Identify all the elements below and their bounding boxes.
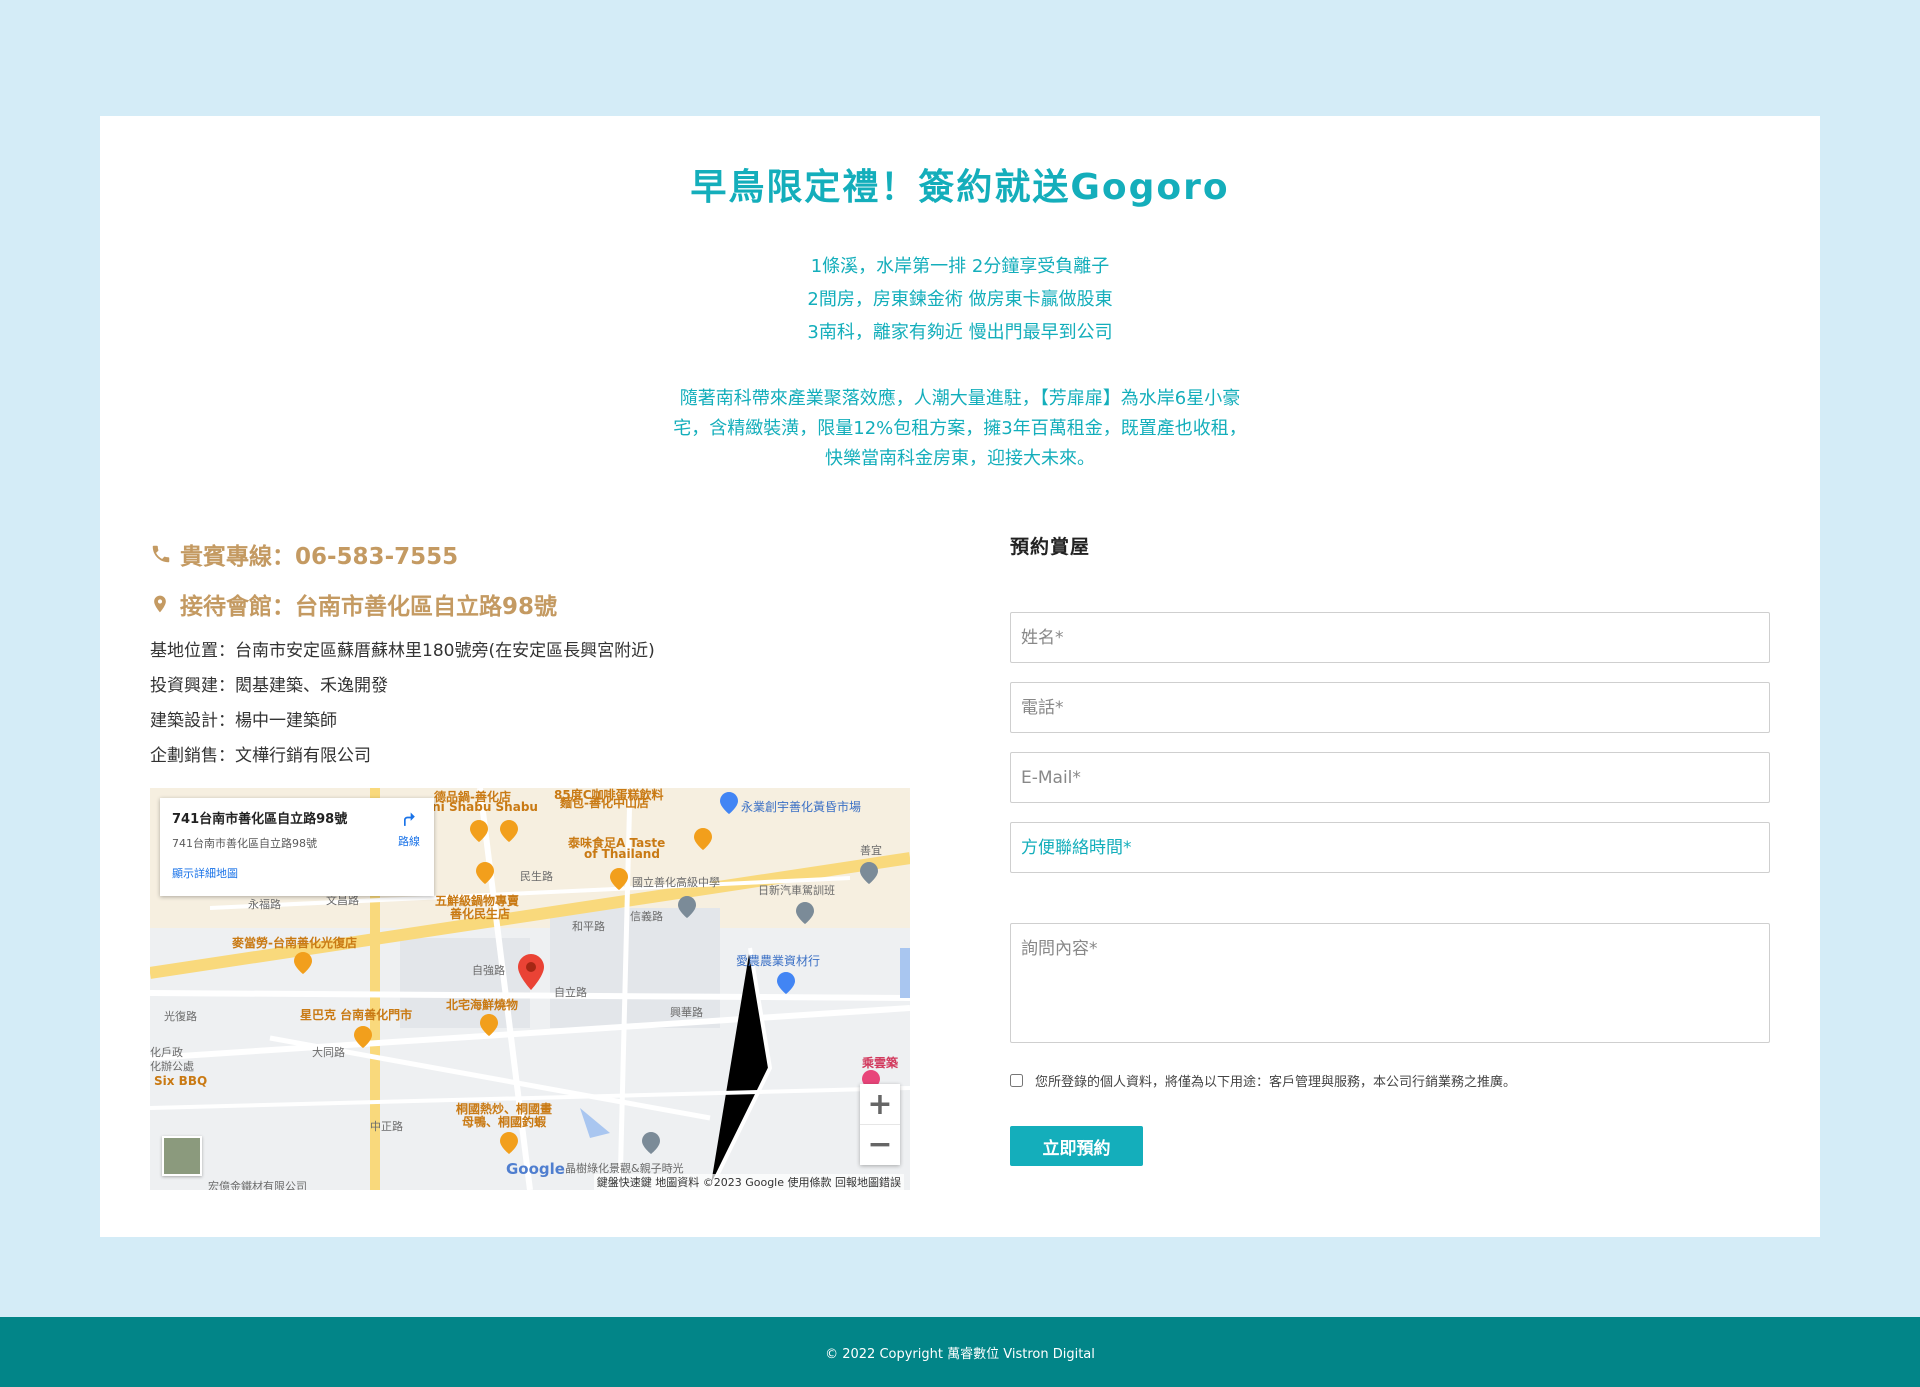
- description: 隨著南科帶來產業聚落效應，人潮大量進駐，【芳扉扉】為水岸6星小豪 宅，含精緻裝潢…: [100, 384, 1820, 474]
- info-window-address: 741台南市善化區自立路98號: [172, 837, 317, 850]
- road-label: 興華路: [670, 1006, 703, 1019]
- directions-button[interactable]: 路線: [398, 810, 420, 849]
- road-label: 中正路: [370, 1120, 403, 1133]
- contact-time-input[interactable]: [1010, 822, 1770, 873]
- map-zoom-control: + −: [860, 1084, 900, 1165]
- address-line: 接待會館：台南市善化區自立路98號: [150, 586, 910, 622]
- road-label: 民生路: [520, 870, 553, 883]
- email-input[interactable]: [1010, 752, 1770, 803]
- copyright-text: © 2022 Copyright 萬睿數位 Vistron Digital: [825, 1346, 1095, 1362]
- content-card: 早鳥限定禮！簽約就送Gogoro 1條溪，水岸第一排 2分鐘享受負離子 2間房，…: [100, 116, 1820, 1237]
- directions-icon: [404, 812, 415, 826]
- place-pin-icon[interactable]: [642, 1132, 660, 1154]
- road-label: 和平路: [572, 920, 605, 933]
- map-label: ini Shabu Shabu: [428, 800, 538, 814]
- phone-text: 貴賓專線：06-583-7555: [180, 544, 459, 570]
- phone-input[interactable]: [1010, 682, 1770, 733]
- info-item: 企劃銷售：文樺行銷有限公司: [150, 746, 371, 766]
- road-label: 光復路: [164, 1010, 197, 1023]
- map-label: 善化民生店: [450, 907, 511, 921]
- road-label: 自立路: [554, 986, 587, 999]
- map-label: 化辦公處: [150, 1060, 194, 1073]
- reservation-form: 預約賞屋 您所登錄的個人資料，將僅為以下用途：客戶管理與服務，本公司行銷業務之推…: [1010, 532, 1770, 1166]
- road-label: 大同路: [312, 1046, 345, 1059]
- embedded-map[interactable]: 德品鍋-善化店 ini Shabu Shabu 85度C咖啡蛋糕飲料 麵包-善化…: [150, 788, 910, 1190]
- map-attribution[interactable]: 鍵盤快速鍵 地圖資料 ©2023 Google 使用條款 回報地圖錯誤: [593, 1174, 904, 1190]
- submit-button[interactable]: 立即預約: [1010, 1126, 1143, 1166]
- directions-label: 路線: [398, 835, 420, 848]
- road-label: 自強路: [472, 964, 505, 977]
- map-label: 愛農農業資材行: [736, 954, 821, 968]
- restaurant-pin-icon[interactable]: [480, 1014, 498, 1036]
- page-title: 早鳥限定禮！簽約就送Gogoro: [690, 167, 1230, 208]
- name-input[interactable]: [1010, 612, 1770, 663]
- info-item: 基地位置：台南市安定區蘇厝蘇林里180號旁(在安定區長興宮附近): [150, 641, 655, 661]
- map-label: 母鴨、桐國釣蝦: [462, 1115, 547, 1129]
- feature-item: 1條溪，水岸第一排 2分鐘享受負離子: [810, 256, 1110, 277]
- school-pin-icon[interactable]: [678, 896, 696, 918]
- shopping-pin-icon[interactable]: [777, 972, 795, 994]
- zoom-out-button[interactable]: −: [860, 1124, 900, 1164]
- map-label: 國立善化高級中學: [632, 876, 720, 889]
- privacy-consent[interactable]: 您所登錄的個人資料，將僅為以下用途：客戶管理與服務，本公司行銷業務之推廣。: [1010, 1071, 1770, 1090]
- address-text: 接待會館：台南市善化區自立路98號: [180, 594, 558, 620]
- contact-section: 貴賓專線：06-583-7555 接待會館：台南市善化區自立路98號 基地位置：…: [150, 536, 910, 774]
- description-line: 快樂當南科金房東，迎接大未來。: [825, 448, 1095, 469]
- message-textarea[interactable]: [1010, 923, 1770, 1043]
- restaurant-pin-icon[interactable]: [476, 862, 494, 884]
- map-label: 日新汽車駕訓班: [758, 884, 835, 897]
- privacy-checkbox[interactable]: [1010, 1074, 1023, 1087]
- privacy-consent-text: 您所登錄的個人資料，將僅為以下用途：客戶管理與服務，本公司行銷業務之推廣。: [1035, 1075, 1517, 1090]
- location-marker-icon[interactable]: [518, 954, 544, 990]
- map-label: 宏億金鐵材有限公司: [208, 1180, 307, 1190]
- description-line: 宅，含精緻裝潢，限量12%包租方案，擁3年百萬租金，既置產也收租，: [673, 418, 1247, 439]
- restaurant-pin-icon[interactable]: [294, 952, 312, 974]
- feature-item: 3南科，離家有夠近 慢出門最早到公司: [807, 322, 1113, 343]
- restaurant-pin-icon[interactable]: [500, 1132, 518, 1154]
- feature-list: 1條溪，水岸第一排 2分鐘享受負離子 2間房，房東鍊金術 做房東卡贏做股東 3南…: [100, 250, 1820, 349]
- form-title: 預約賞屋: [1010, 536, 1091, 558]
- restaurant-pin-icon[interactable]: [610, 868, 628, 890]
- map-label: 北宅海鮮燒物: [446, 998, 519, 1012]
- road-label: 信義路: [630, 910, 663, 923]
- view-larger-map-link[interactable]: 顯示詳細地圖: [172, 865, 422, 881]
- feature-item: 2間房，房東鍊金術 做房東卡贏做股東: [807, 289, 1113, 310]
- zoom-in-button[interactable]: +: [860, 1084, 900, 1124]
- map-label: 麵包-善化中山店: [560, 796, 649, 810]
- location-icon: [150, 589, 180, 619]
- info-window-title: 741台南市善化區自立路98號: [172, 812, 348, 827]
- map-label: Six BBQ: [154, 1074, 208, 1088]
- info-item: 投資興建：閎基建築、禾逸開發: [150, 676, 388, 696]
- footer: © 2022 Copyright 萬睿數位 Vistron Digital: [0, 1317, 1920, 1387]
- place-pin-icon[interactable]: [796, 902, 814, 924]
- info-item: 建築設計：楊中一建築師: [150, 711, 337, 731]
- map-label: 乘雲築: [862, 1056, 899, 1070]
- map-label: 星巴克 台南善化門市: [300, 1008, 413, 1022]
- map-info-window: 741台南市善化區自立路98號 741台南市善化區自立路98號 顯示詳細地圖 路…: [160, 798, 434, 896]
- restaurant-pin-icon[interactable]: [500, 820, 518, 842]
- map-label: of Thailand: [584, 847, 660, 861]
- map-label: 永業創宇善化黃昏市場: [741, 800, 862, 814]
- satellite-toggle[interactable]: [162, 1136, 202, 1176]
- cafe-pin-icon[interactable]: [354, 1026, 372, 1048]
- restaurant-pin-icon[interactable]: [694, 828, 712, 850]
- description-line: 隨著南科帶來產業聚落效應，人潮大量進駐，【芳扉扉】為水岸6星小豪: [679, 388, 1241, 409]
- map-label: 麥當勞-台南善化光復店: [232, 936, 357, 950]
- google-logo: Google: [506, 1160, 565, 1178]
- road-label: 善宜: [860, 844, 882, 857]
- phone-icon: [150, 539, 180, 569]
- shopping-pin-icon[interactable]: [720, 792, 738, 814]
- phone-line[interactable]: 貴賓專線：06-583-7555: [150, 536, 910, 572]
- restaurant-pin-icon[interactable]: [470, 820, 488, 842]
- place-pin-icon[interactable]: [860, 862, 878, 884]
- project-info: 基地位置：台南市安定區蘇厝蘇林里180號旁(在安定區長興宮附近) 投資興建：閎基…: [150, 634, 910, 774]
- road-label: 永福路: [248, 898, 281, 911]
